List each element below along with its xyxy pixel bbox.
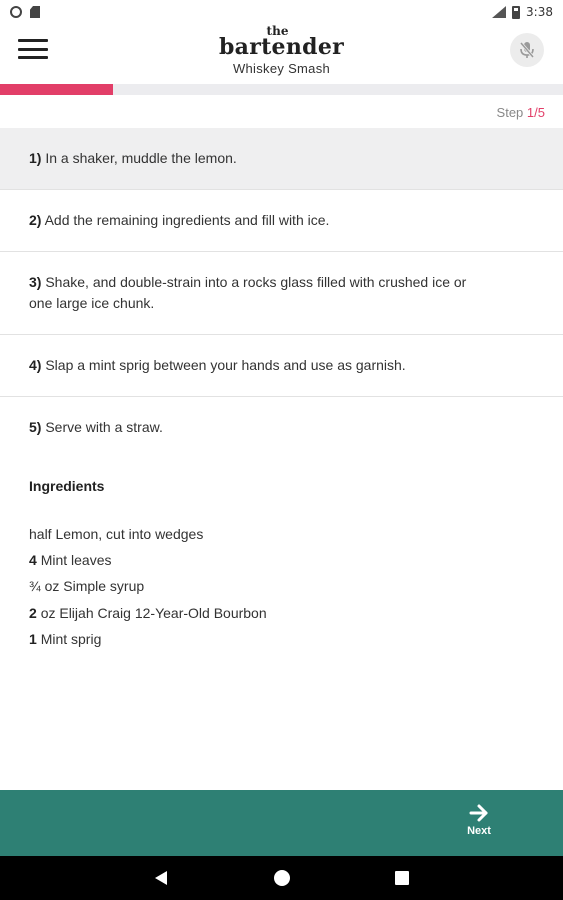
step-indicator-current: 1/5 (526, 105, 545, 120)
recent-apps-icon[interactable] (395, 871, 409, 885)
system-nav-bar (0, 856, 563, 900)
notification-circle-icon (10, 6, 22, 18)
step-text: Add the remaining ingredients and fill w… (44, 212, 330, 228)
steps-list: 1) In a shaker, muddle the lemon. 2) Add… (0, 128, 563, 458)
ingredient-qty: 1 (29, 630, 37, 647)
app-header: the bartender Whiskey Smash (0, 24, 563, 84)
status-bar: LTE 3:38 (0, 0, 563, 24)
ingredient-text: Mint leaves (40, 552, 112, 569)
ingredient-item: half Lemon, cut into wedges (29, 521, 267, 547)
ingredient-text: half Lemon, cut into wedges (29, 526, 204, 542)
ingredient-item: 4 Mint leaves (29, 547, 267, 573)
ingredient-text: oz Elijah Craig 12-Year-Old Bourbon (40, 604, 267, 621)
battery-icon (512, 5, 521, 19)
footer-bar: Next (0, 790, 563, 856)
step-item[interactable]: 2) Add the remaining ingredients and fil… (0, 190, 563, 252)
step-indicator-label: Step (496, 105, 524, 120)
step-item[interactable]: 4) Slap a mint sprig between your hands … (0, 335, 563, 397)
mic-button[interactable] (510, 33, 544, 67)
step-item[interactable]: 3) Shake, and double-strain into a rocks… (0, 252, 563, 335)
ingredients-heading: Ingredients (29, 478, 105, 494)
back-icon[interactable] (155, 871, 167, 885)
sd-card-icon (30, 6, 40, 18)
status-right: LTE 3:38 (492, 5, 553, 19)
ingredient-text: Mint sprig (40, 630, 102, 647)
next-button[interactable]: Next (455, 800, 503, 848)
mic-off-icon (519, 42, 535, 58)
step-indicator: Step 1/5 (497, 105, 545, 120)
step-number: 5) (29, 419, 42, 435)
next-label: Next (467, 825, 491, 837)
step-text: Slap a mint sprig between your hands and… (45, 357, 406, 373)
progress-fill (0, 84, 113, 95)
ingredient-qty: 2 (29, 604, 37, 621)
step-item[interactable]: 5) Serve with a straw. (0, 397, 563, 458)
ingredient-item: 2 oz Elijah Craig 12-Year-Old Bourbon (29, 600, 267, 626)
recipe-title: Whiskey Smash (232, 61, 331, 76)
network-label: LTE (490, 4, 502, 12)
ingredients-list: half Lemon, cut into wedges 4 Mint leave… (29, 521, 267, 652)
ingredient-qty: 4 (29, 552, 37, 569)
ingredient-item: ¾ oz Simple syrup (29, 573, 267, 599)
status-time: 3:38 (526, 5, 553, 19)
step-number: 1) (29, 150, 42, 166)
progress-bar (0, 84, 563, 95)
app-logo: the bartender (0, 25, 563, 60)
step-number: 4) (29, 357, 42, 373)
step-item[interactable]: 1) In a shaker, muddle the lemon. (0, 128, 563, 190)
status-left (10, 6, 40, 18)
logo-big-text: bartender (218, 34, 345, 60)
step-text: Serve with a straw. (45, 419, 163, 435)
signal-icon: LTE (490, 4, 507, 18)
arrow-right-icon (469, 804, 488, 822)
ingredient-item: 1 Mint sprig (29, 626, 267, 652)
step-number: 3) (29, 274, 42, 290)
step-text: In a shaker, muddle the lemon. (45, 150, 237, 166)
ingredient-text: ¾ oz Simple syrup (29, 578, 145, 595)
step-number: 2) (29, 212, 42, 228)
home-icon[interactable] (274, 870, 290, 886)
step-text: Shake, and double-strain into a rocks gl… (29, 274, 467, 311)
